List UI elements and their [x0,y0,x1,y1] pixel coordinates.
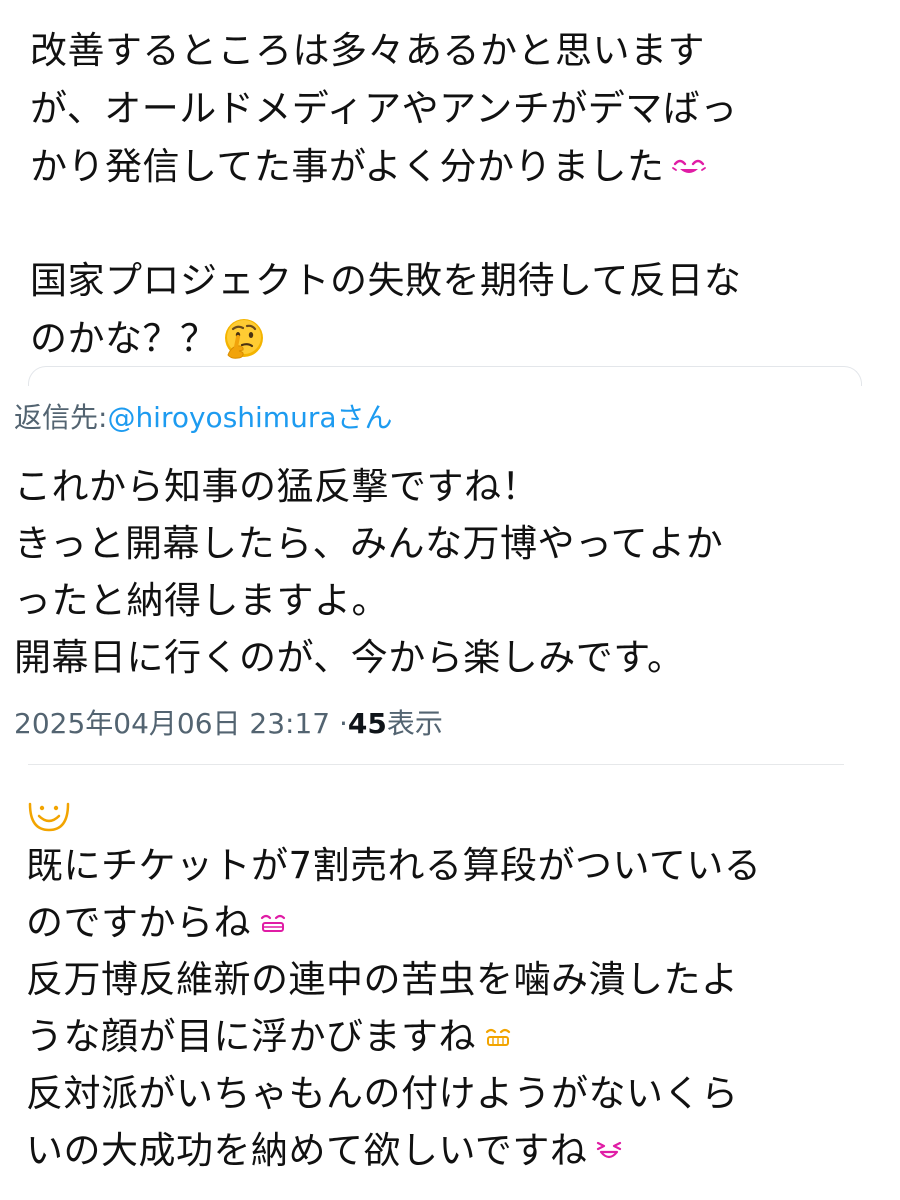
divider [28,764,844,765]
post-text: 改善するところは多々あるかと思います [30,29,705,72]
reply-text: きっと開幕したら、みんな万博やってよか [14,522,724,565]
bottom-post-line: うな顔が目に浮かびますね [26,1008,900,1065]
reply-to-suffix: さん [336,401,393,434]
views-count: 45 [347,707,387,740]
bottom-post-line: のですからね [26,894,900,951]
post-text-block: 改善するところは多々あるかと思います が、オールドメディアやアンチがデマばっ か… [0,22,900,368]
bottom-post-text: うな顔が目に浮かびますね [26,1015,476,1058]
post-text: が、オールドメディアやアンチがデマばっ [30,87,738,130]
reply-meta: 2025年04月06日 23:17 · 45 表示 [14,702,900,746]
reply-line: これから知事の猛反撃ですね！ [14,458,900,515]
bottom-post-line: 反万博反維新の連中の苦虫を噛み潰したよ [26,951,900,1008]
post-line: かり発信してた事がよく分かりました [30,138,900,196]
bottom-post-line: 既にチケットが7割売れる算段がついている [26,837,900,894]
bottom-post-text: のですからね [26,901,251,944]
bottom-post-text: 反万博反維新の連中の苦虫を噛み潰したよ [26,958,739,1001]
reply-line: ったと納得しますよ。 [14,572,900,629]
bottom-post-text: 既にチケットが7割売れる算段がついている [26,844,762,887]
reply-to-prefix: 返信先: [14,401,108,434]
emoji-row [26,795,900,837]
reply-line: きっと開幕したら、みんな万博やってよか [14,515,900,572]
reply-timestamp[interactable]: 2025年04月06日 23:17 · [14,702,348,746]
quoted-post-card[interactable] [28,366,862,386]
reply-text: これから知事の猛反撃ですね！ [14,465,539,508]
reply-to-line: 返信先: @hiroyoshimura さん [14,396,900,440]
bottom-post-text: 反対派がいちゃもんの付けようがないくら [26,1072,739,1115]
bottom-post-text: いの大成功を納めて欲しいですね [26,1129,588,1172]
post-text: のかな？？ [30,317,218,360]
post-text: 国家プロジェクトの失敗を期待して反日な [30,259,742,302]
reply-to-handle-link[interactable]: @hiroyoshimura [107,396,336,440]
post-line: 国家プロジェクトの失敗を期待して反日な [30,252,900,310]
post-text: かり発信してた事がよく分かりました [30,145,665,188]
bottom-post-line: 反対派がいちゃもんの付けようがないくら [26,1065,900,1122]
grinning-face-orange-icon [482,1026,514,1048]
bottom-post-line: いの大成功を納めて欲しいですね [26,1122,900,1179]
laughing-face-pink-icon [593,1140,625,1162]
reply-line: 開幕日に行くのが、今から楽しみです。 [14,629,900,686]
smiling-face-orange-icon [26,800,72,832]
bottom-post-block: 既にチケットが7割売れる算段がついている のですからね 反万博反維新の連中の苦虫… [0,795,900,1179]
views-label: 表示 [386,707,443,740]
reply-block: 返信先: @hiroyoshimura さん これから知事の猛反撃ですね！ きっ… [0,396,900,746]
reply-text: 開幕日に行くのが、今から楽しみです。 [14,636,685,679]
reply-body: これから知事の猛反撃ですね！ きっと開幕したら、みんな万博やってよか ったと納得… [14,458,900,686]
reply-text: ったと納得しますよ。 [14,579,389,622]
post-line: 改善するところは多々あるかと思います [30,22,900,80]
thinking-face-icon [220,315,268,363]
smiling-face-pink-icon [671,155,707,179]
post-line: が、オールドメディアやアンチがデマばっ [30,80,900,138]
grinning-face-pink-icon [257,912,289,934]
post-line: のかな？？ [30,310,900,368]
